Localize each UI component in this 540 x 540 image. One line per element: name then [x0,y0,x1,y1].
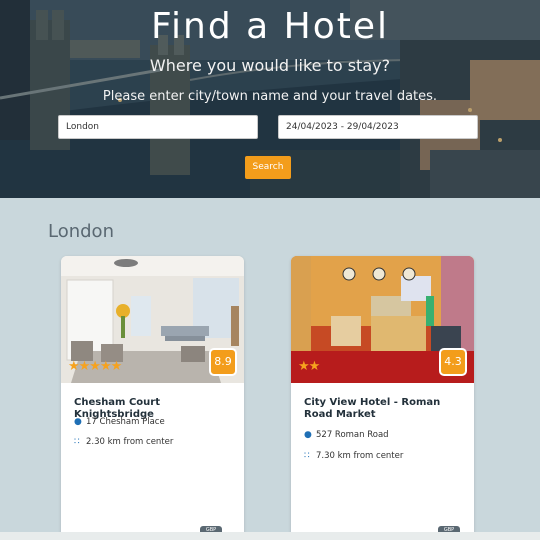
hotel-card[interactable]: ★★★★★ 8.9 Chesham Court Knightsbridge ● 1… [61,256,244,540]
distance-row: ∷ 2.30 km from center [74,437,173,447]
distance-row: ∷ 7.30 km from center [304,451,403,461]
footer-strip [0,532,540,540]
hotel-card[interactable]: ★★ 4.3 City View Hotel - Roman Road Mark… [291,256,474,540]
address-row: ● 17 Chesham Place [74,417,165,427]
hero-subtitle: Where you would like to stay? [149,56,391,75]
results-city-heading: London [48,221,114,242]
hotel-address: 527 Roman Road [316,430,389,440]
hotel-name[interactable]: City View Hotel - Roman Road Market [304,397,468,421]
hotel-address: 17 Chesham Place [86,417,165,427]
address-row: ● 527 Roman Road [304,430,389,440]
map-pin-icon: ● [304,430,312,440]
map-pin-icon: ● [74,417,82,427]
review-score-badge: 4.3 [439,348,467,376]
review-score-badge: 8.9 [209,348,237,376]
star-rating: ★★ [298,359,320,374]
hotel-distance: 7.30 km from center [316,451,404,461]
page-title: Find a Hotel [150,6,390,47]
search-instruction: Please enter city/town name and your tra… [102,89,438,104]
hotel-distance: 2.30 km from center [86,437,174,447]
route-icon: ∷ [304,451,310,461]
star-rating: ★★★★★ [68,359,122,374]
search-button[interactable]: Search [245,156,291,179]
date-range-input[interactable]: 24/04/2023 - 29/04/2023 [278,115,478,139]
city-input[interactable]: London [58,115,258,139]
route-icon: ∷ [74,437,80,447]
hero-banner: Find a Hotel Where you would like to sta… [0,0,540,198]
